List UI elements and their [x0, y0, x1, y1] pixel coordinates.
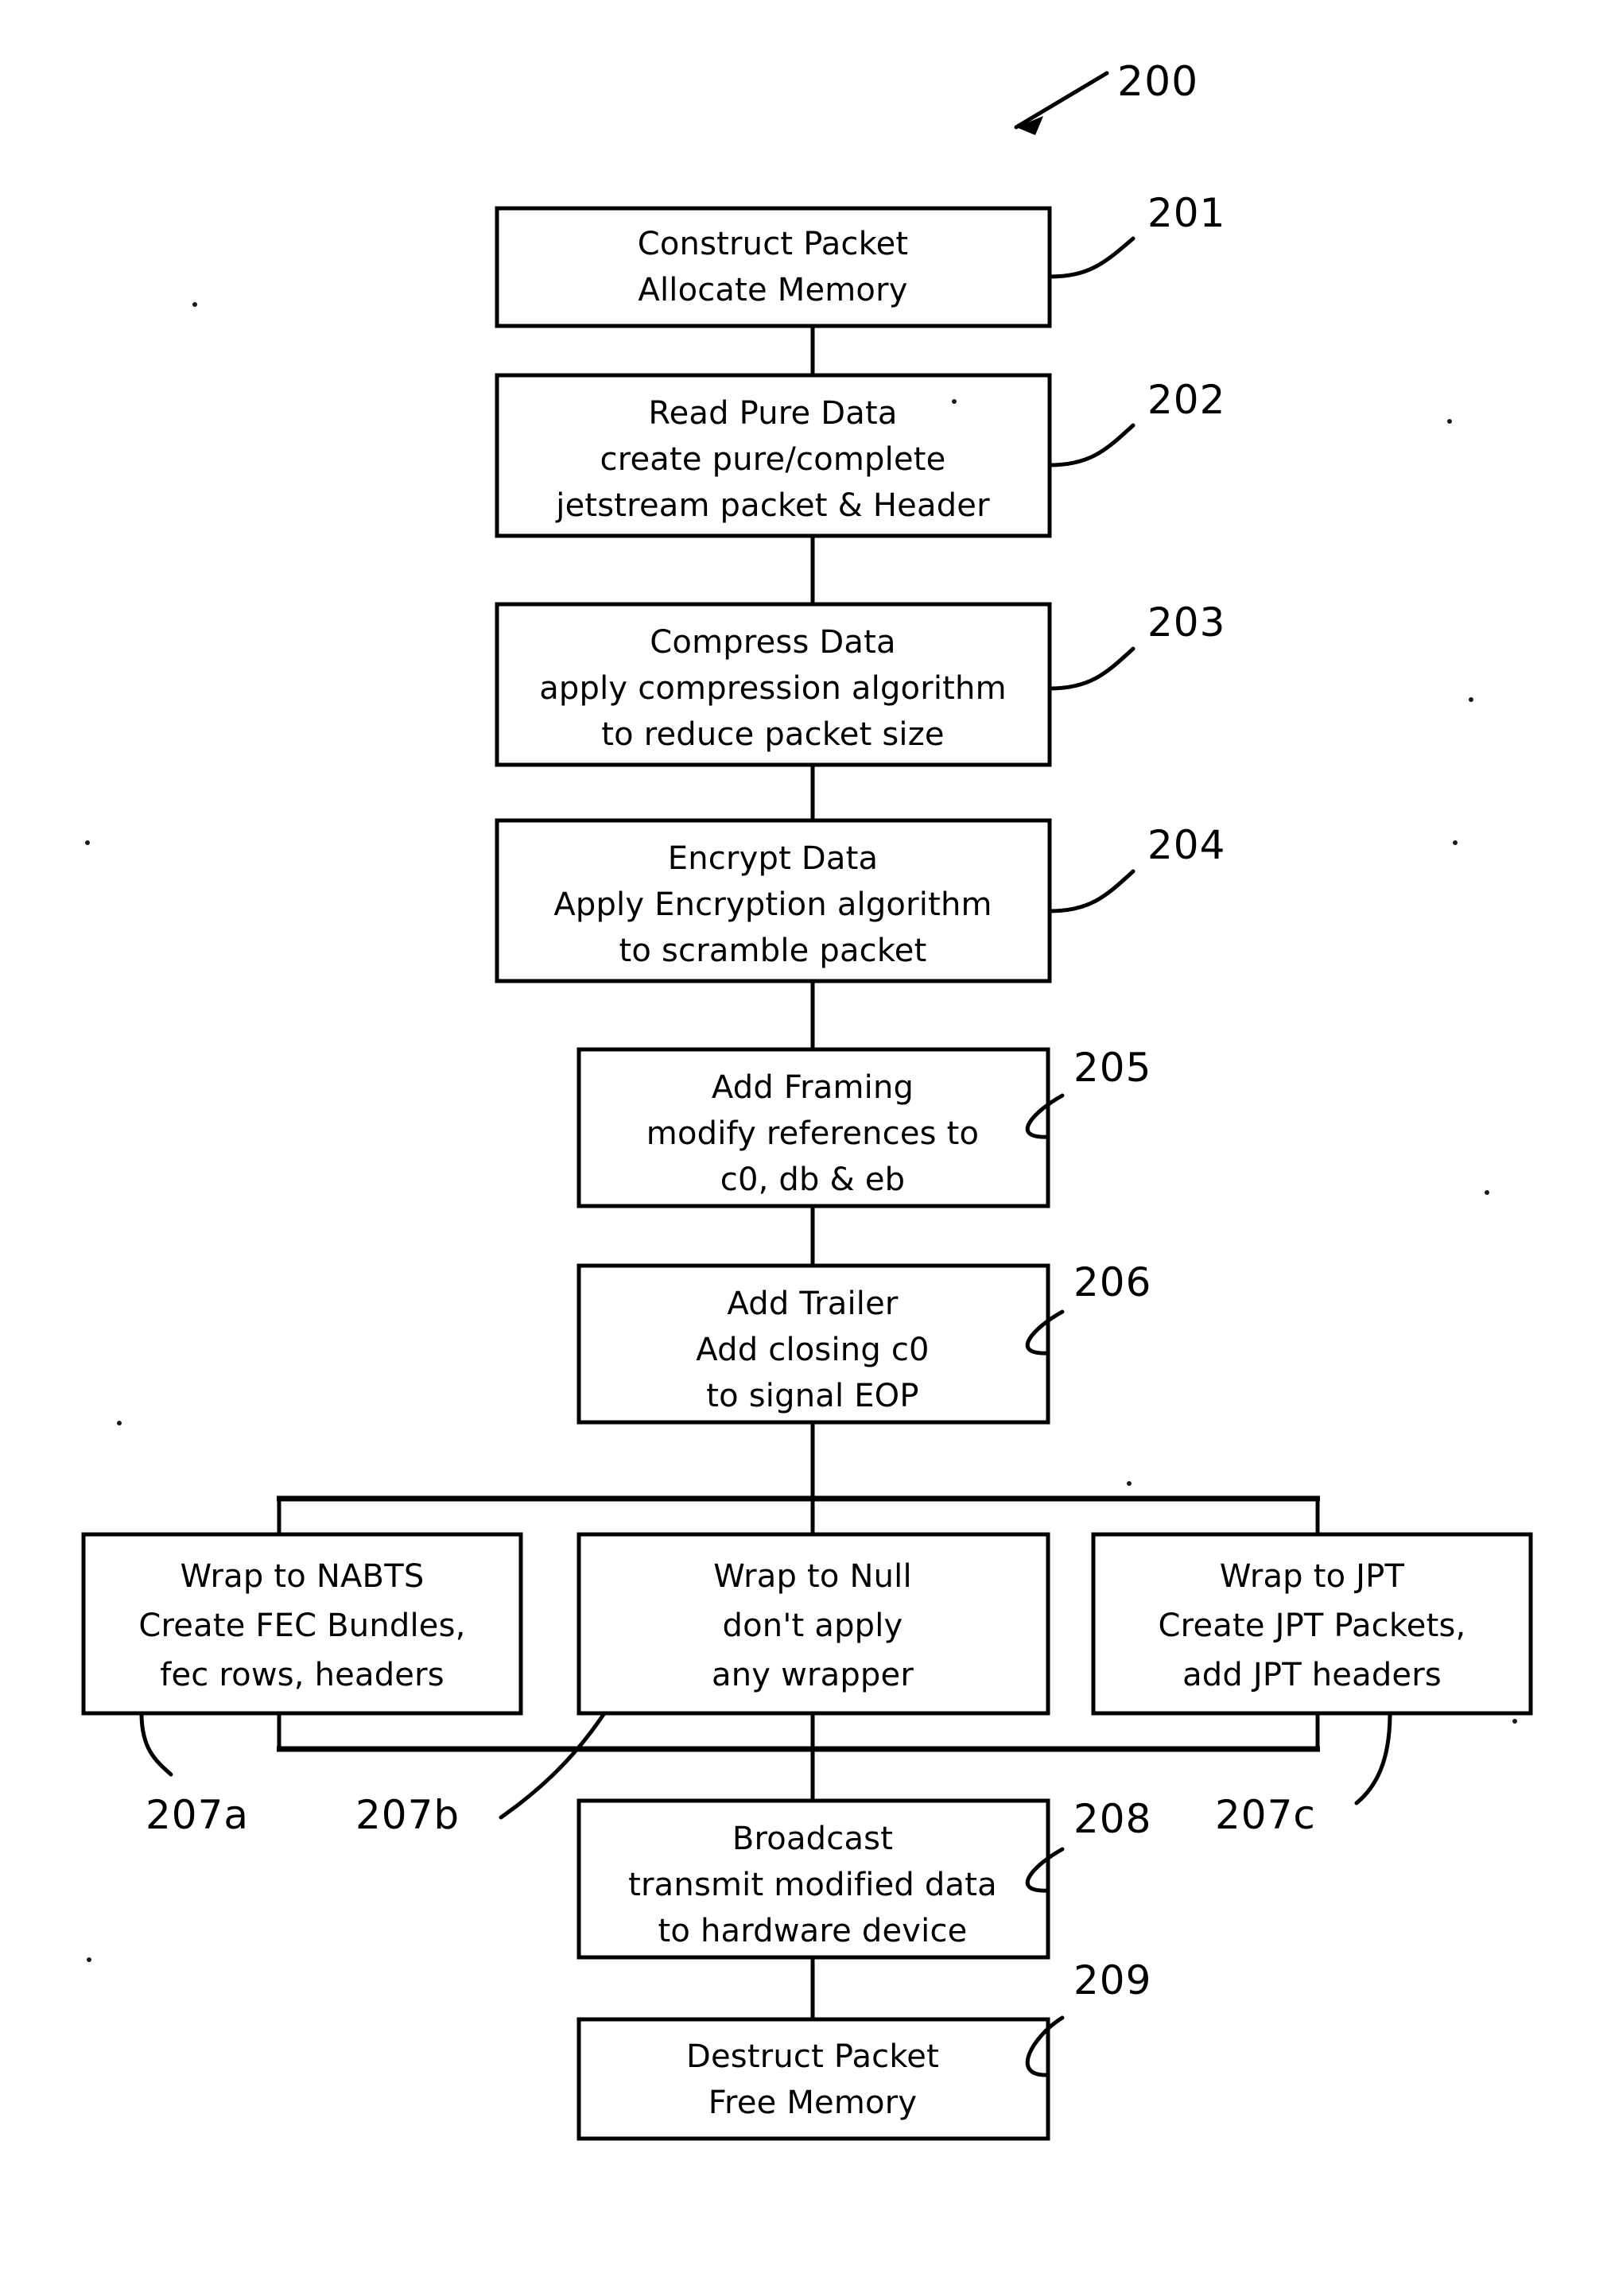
node-205-line-3: c0, db & eb [720, 1162, 905, 1198]
node-208-line-3: to hardware device [658, 1913, 968, 1949]
node-wrap-to-jpt[interactable]: Wrap to JPT Create JPT Packets, add JPT … [1091, 1532, 1533, 1716]
ref-label-204: 204 [1147, 822, 1225, 868]
figure-ref-200-label: 200 [1117, 58, 1198, 106]
figure-canvas: 200 Construct Packet Allocate Memory 201… [0, 0, 1611, 2296]
node-208-line-2: transmit modified data [628, 1867, 997, 1903]
ref-label-207c: 207c [1215, 1792, 1316, 1838]
node-202-line-2: create pure/complete [600, 441, 946, 478]
node-202-line-3: jetstream packet & Header [555, 487, 990, 524]
node-construct-packet[interactable]: Construct Packet Allocate Memory [495, 206, 1052, 328]
branch-bus-bottom [277, 1713, 1320, 1801]
ref-label-201: 201 [1147, 190, 1225, 236]
node-207c-line-2: Create JPT Packets, [1159, 1608, 1466, 1644]
node-207b-line-2: don't apply [723, 1608, 903, 1644]
node-207b-line-1: Wrap to Null [713, 1558, 912, 1595]
node-201-line-1: Construct Packet [638, 226, 909, 262]
node-204-line-2: Apply Encryption algorithm [553, 886, 992, 923]
node-207c-line-3: add JPT headers [1182, 1657, 1442, 1693]
node-add-trailer[interactable]: Add Trailer Add closing c0 to signal EOP [576, 1263, 1050, 1425]
node-207a-line-2: Create FEC Bundles, [138, 1608, 465, 1644]
node-wrap-to-null[interactable]: Wrap to Null don't apply any wrapper [576, 1532, 1050, 1716]
branch-bus-top [277, 1495, 1320, 1534]
ref-leader-202 [1047, 423, 1135, 467]
ref-label-208: 208 [1073, 1796, 1151, 1842]
node-207a-line-3: fec rows, headers [160, 1657, 444, 1693]
node-207a-line-1: Wrap to NABTS [181, 1558, 425, 1595]
node-205-line-1: Add Framing [712, 1069, 914, 1106]
node-encrypt-data[interactable]: Encrypt Data Apply Encryption algorithm … [495, 818, 1052, 983]
node-208-line-1: Broadcast [732, 1821, 893, 1857]
ref-label-207a: 207a [146, 1792, 249, 1838]
ref-leader-201 [1047, 236, 1135, 279]
ref-label-203: 203 [1147, 599, 1225, 646]
flowchart-diagram: 200 Construct Packet Allocate Memory 201… [81, 58, 1533, 2141]
ref-label-205: 205 [1073, 1045, 1151, 1091]
node-broadcast[interactable]: Broadcast transmit modified data to hard… [576, 1798, 1050, 1960]
node-202-line-1: Read Pure Data [648, 395, 897, 432]
node-destruct-packet[interactable]: Destruct Packet Free Memory [576, 2017, 1050, 2141]
ref-label-209: 209 [1073, 1957, 1151, 2003]
node-203-line-1: Compress Data [650, 624, 895, 661]
ref-leader-204 [1047, 869, 1135, 913]
figure-ref-leader-200 [1014, 71, 1109, 135]
node-205-line-2: modify references to [646, 1115, 979, 1152]
node-wrap-to-nabts[interactable]: Wrap to NABTS Create FEC Bundles, fec ro… [81, 1532, 523, 1716]
node-add-framing[interactable]: Add Framing modify references to c0, db … [576, 1047, 1050, 1208]
ref-label-202: 202 [1147, 377, 1225, 423]
ref-label-207b: 207b [355, 1792, 460, 1838]
ref-leader-207c [1354, 1711, 1392, 1805]
node-201-line-2: Allocate Memory [638, 272, 907, 308]
node-206-line-1: Add Trailer [727, 1286, 899, 1322]
ref-leader-207a [139, 1711, 173, 1777]
node-203-line-2: apply compression algorithm [539, 670, 1007, 707]
node-209-line-1: Destruct Packet [686, 2038, 939, 2075]
node-203-line-3: to reduce packet size [601, 716, 945, 753]
node-204-line-3: to scramble packet [619, 933, 927, 969]
node-204-line-1: Encrypt Data [668, 840, 878, 877]
ref-leader-203 [1047, 646, 1135, 691]
node-read-pure-data[interactable]: Read Pure Data create pure/complete jets… [495, 373, 1052, 538]
ref-label-206: 206 [1073, 1259, 1151, 1305]
node-209-line-2: Free Memory [708, 2085, 917, 2121]
node-206-line-3: to signal EOP [706, 1378, 918, 1414]
node-compress-data[interactable]: Compress Data apply compression algorith… [495, 602, 1052, 767]
node-206-line-2: Add closing c0 [696, 1332, 929, 1368]
node-207b-line-3: any wrapper [712, 1657, 914, 1693]
node-207c-line-1: Wrap to JPT [1220, 1558, 1405, 1595]
